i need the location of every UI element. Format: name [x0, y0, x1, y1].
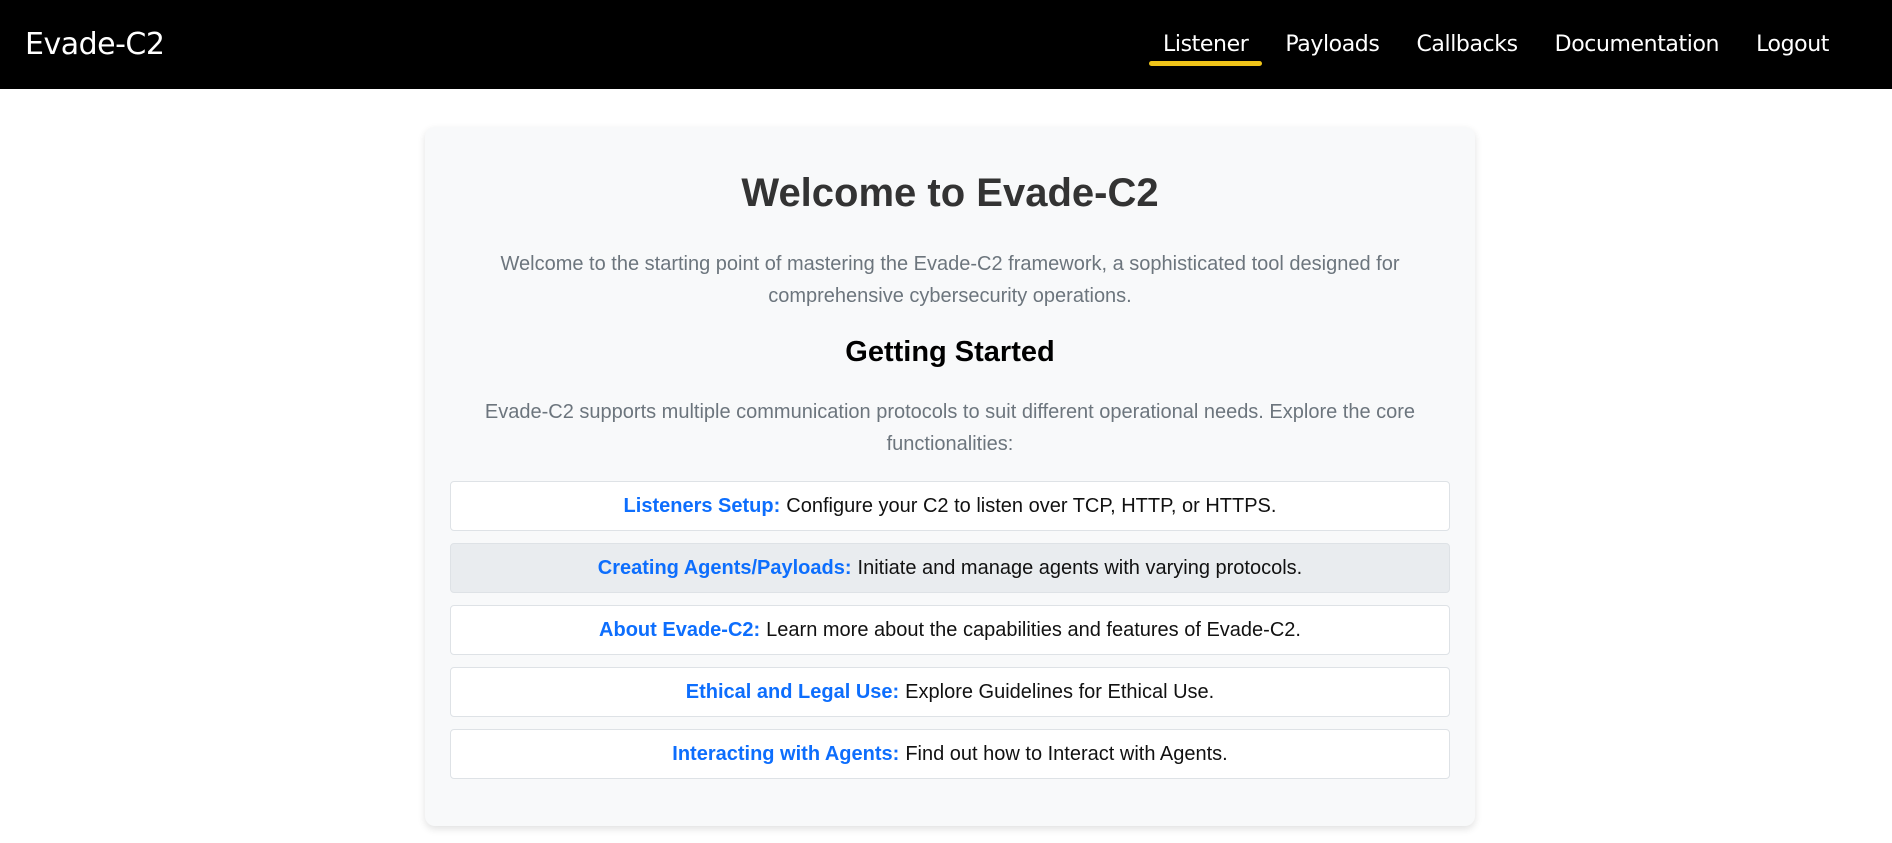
list-item-description: Configure your C2 to listen over TCP, HT… — [786, 494, 1277, 517]
nav-link-callbacks[interactable]: Callbacks — [1416, 32, 1518, 57]
nav-link-logout[interactable]: Logout — [1756, 32, 1829, 57]
list-item-link[interactable]: Ethical and Legal Use: — [686, 681, 899, 704]
list-item-link[interactable]: Listeners Setup: — [624, 495, 781, 518]
section-heading: Getting Started — [845, 336, 1055, 368]
list-item-link[interactable]: Interacting with Agents: — [672, 743, 899, 766]
list-item-link[interactable]: About Evade-C2: — [599, 619, 760, 642]
list-item-link[interactable]: Creating Agents/Payloads: — [598, 557, 852, 580]
nav-links: Listener Payloads Callbacks Documentatio… — [1148, 0, 1829, 89]
welcome-card: Welcome to Evade-C2 Welcome to the start… — [425, 127, 1475, 826]
list-item-about[interactable]: About Evade-C2: Learn more about the cap… — [450, 605, 1450, 655]
list-item-creating-agents[interactable]: Creating Agents/Payloads: Initiate and m… — [450, 543, 1450, 593]
intro-text: Welcome to the starting point of masteri… — [500, 253, 1400, 307]
list-item-description: Find out how to Interact with Agents. — [905, 742, 1228, 765]
nav-link-payloads[interactable]: Payloads — [1285, 32, 1379, 57]
page-title: Welcome to Evade-C2 — [741, 171, 1159, 215]
section-intro-text: Evade-C2 supports multiple communication… — [484, 401, 1416, 455]
list-item-description: Learn more about the capabilities and fe… — [766, 618, 1301, 641]
list-item-interacting-agents[interactable]: Interacting with Agents: Find out how to… — [450, 729, 1450, 779]
list-item-listeners-setup[interactable]: Listeners Setup: Configure your C2 to li… — [450, 481, 1450, 531]
list-item-description: Explore Guidelines for Ethical Use. — [905, 680, 1215, 703]
nav-link-listener[interactable]: Listener — [1148, 32, 1263, 66]
list-item-description: Initiate and manage agents with varying … — [857, 556, 1303, 579]
functionality-list: Listeners Setup: Configure your C2 to li… — [450, 481, 1450, 791]
nav-link-documentation[interactable]: Documentation — [1555, 32, 1720, 57]
top-navbar: Evade-C2 Listener Payloads Callbacks Doc… — [0, 0, 1892, 89]
list-item-ethical-use[interactable]: Ethical and Legal Use: Explore Guideline… — [450, 667, 1450, 717]
brand-logo[interactable]: Evade-C2 — [25, 0, 165, 89]
